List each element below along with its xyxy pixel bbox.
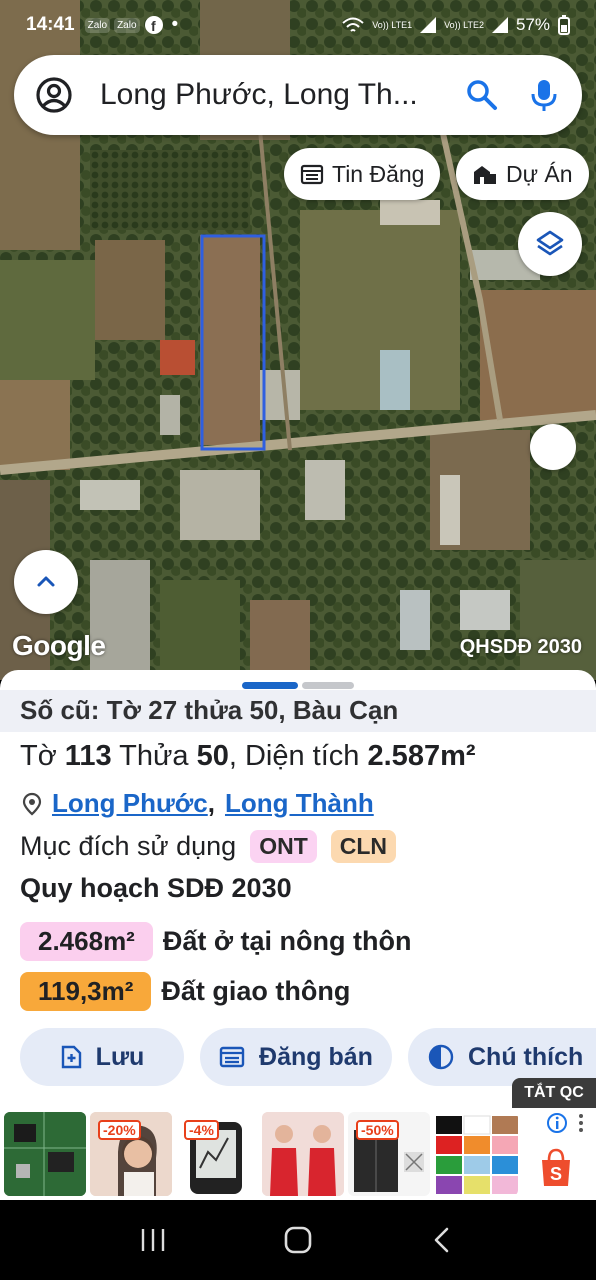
post-listing-label: Đăng bán [259, 1042, 373, 1071]
plan-title: Quy hoạch SDĐ 2030 [20, 873, 292, 903]
signal-icon [420, 17, 437, 33]
info-icon[interactable] [546, 1112, 568, 1134]
district-link[interactable]: Long Thành [225, 788, 374, 819]
home-icon[interactable] [283, 1225, 313, 1255]
signal-icon [491, 17, 508, 33]
map-view[interactable]: 14:41 Zalo Zalo f • Vo)) LTE1 Vo)) LTE2 … [0, 0, 596, 680]
plan-row: 119,3m² Đất giao thông [20, 972, 350, 1011]
wifi-icon [342, 17, 364, 32]
sim1-label: Vo)) LTE1 [372, 20, 413, 30]
contrast-icon [428, 1044, 454, 1070]
ad-item[interactable] [4, 1112, 86, 1196]
land-purpose: Mục đích sử dụng ONT CLN [20, 830, 397, 863]
ad-item[interactable] [434, 1112, 518, 1196]
chip-du-an[interactable]: Dự Án [456, 148, 589, 200]
shopee-bag-icon[interactable]: S [538, 1148, 574, 1188]
zalo-icon: Zalo [114, 17, 140, 33]
location-separator: , [207, 788, 215, 818]
system-nav-bar [0, 1200, 596, 1280]
search-icon[interactable] [464, 77, 500, 113]
status-bar: 14:41 Zalo Zalo f • Vo)) LTE1 Vo)) LTE2 … [0, 0, 596, 50]
svg-text:f: f [151, 18, 156, 34]
search-input[interactable]: Long Phước, Long Th... [100, 78, 456, 112]
back-icon[interactable] [428, 1225, 458, 1255]
overlay-label: QHSDĐ 2030 [459, 636, 582, 658]
purpose-label: Mục đích sử dụng [20, 831, 237, 861]
google-watermark: Google [12, 630, 106, 661]
location-pin-icon [22, 792, 42, 815]
purpose-tag-ont[interactable]: ONT [250, 830, 317, 863]
layers-button[interactable] [518, 212, 582, 276]
discount-badge: -20% [98, 1120, 141, 1140]
svg-text:S: S [550, 1164, 562, 1184]
ad-item[interactable]: -4% [176, 1112, 258, 1196]
account-icon[interactable] [34, 75, 74, 115]
post-listing-button[interactable]: Đăng bán [200, 1028, 392, 1086]
location-dot-button[interactable] [530, 424, 576, 470]
ad-item[interactable]: -50% [348, 1112, 430, 1196]
plan-row: 2.468m² Đất ở tại nông thôn [20, 922, 412, 961]
ad-item[interactable] [262, 1112, 344, 1196]
zalo-icon: Zalo [84, 17, 111, 33]
sheet-label: Tờ [20, 740, 57, 772]
battery-percent: 57% [515, 15, 550, 34]
info-sheet[interactable]: Số cũ: Tờ 27 thửa 50, Bàu Cạn Tờ 113 Thử… [0, 670, 596, 1110]
sheet-grabber-active[interactable] [242, 682, 298, 689]
plan-desc: Đất ở tại nông thôn [162, 926, 412, 956]
chip-tin-dang[interactable]: Tin Đăng [284, 148, 441, 200]
hide-ad-button[interactable]: TẮT QC [512, 1078, 596, 1108]
plot-number: 50 [196, 740, 229, 772]
dot-icon: • [171, 14, 179, 35]
parcel-summary: Tờ 113 Thửa 50, Diện tích 2.587m² [20, 740, 476, 772]
ad-item[interactable]: -20% [90, 1112, 172, 1196]
sim2-label: Vo)) LTE2 [444, 20, 484, 30]
women-apparel-image [262, 1112, 344, 1196]
search-bar[interactable]: Long Phước, Long Th... [14, 55, 582, 135]
commune-link[interactable]: Long Phước [52, 788, 208, 819]
calendar-list-icon [300, 164, 324, 185]
location-line: Long Phước , Long Thành [22, 788, 374, 819]
discount-badge: -4% [184, 1120, 219, 1140]
sheet-grabber[interactable] [302, 682, 354, 689]
buildings-icon [474, 166, 496, 184]
old-parcel-ref: Số cũ: Tờ 27 thửa 50, Bàu Cạn [0, 690, 596, 732]
battery-icon [558, 15, 570, 35]
chip-label: Tin Đăng [332, 160, 425, 187]
legend-label: Chú thích [468, 1042, 584, 1071]
save-button[interactable]: Lưu [20, 1028, 184, 1086]
purpose-tag-cln[interactable]: CLN [330, 830, 397, 863]
more-vert-icon[interactable] [574, 1112, 588, 1134]
chip-label: Dự Án [506, 160, 573, 187]
discount-badge: -50% [356, 1120, 399, 1140]
color-swatch-image [436, 1115, 518, 1194]
area-label: Diện tích [244, 740, 360, 772]
recents-icon[interactable] [138, 1225, 168, 1255]
post-listing-icon [219, 1046, 245, 1068]
facebook-icon: f [144, 16, 163, 34]
chevron-up-icon [37, 576, 55, 587]
plot-label: Thửa [119, 740, 189, 772]
save-add-icon [61, 1045, 81, 1069]
status-time: 14:41 [26, 14, 75, 35]
expand-sheet-button[interactable] [14, 550, 78, 614]
ad-banner[interactable]: -20% -4% -50% S [0, 1108, 596, 1200]
save-label: Lưu [95, 1042, 145, 1071]
mic-icon[interactable] [526, 77, 562, 113]
area-value: 2.587m² [367, 740, 476, 772]
layers-icon [536, 230, 564, 256]
circuit-board-image [4, 1112, 86, 1196]
plan-desc: Đất giao thông [161, 976, 351, 1006]
plan-area: 119,3m² [20, 972, 152, 1011]
sheet-number: 113 [64, 740, 112, 772]
plan-area: 2.468m² [20, 922, 153, 961]
